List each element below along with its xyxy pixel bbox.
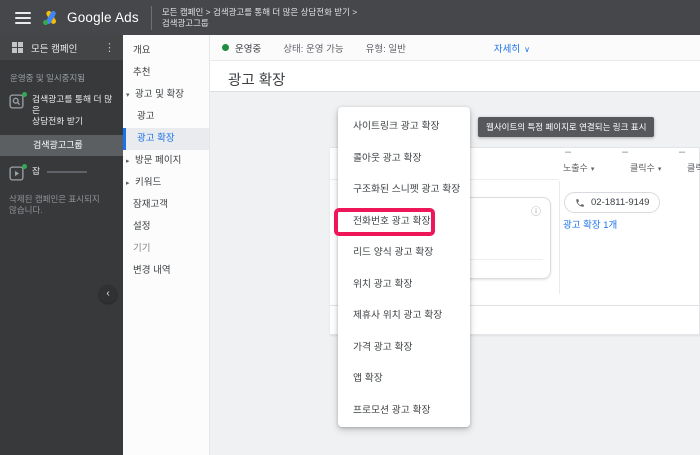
menu-item-structured-snippet[interactable]: 구조화된 스니펫 광고 확장: [338, 174, 470, 206]
section-nav-sidebar: 개요 추천 ▾ 광고 및 확장 광고 광고 확장 ▸ 방문 페이지 ▸ 키워드 잠재고…: [123, 35, 210, 455]
type-label: 유형: 일반: [365, 43, 406, 55]
nav-item-keywords[interactable]: ▸ 키워드: [123, 172, 209, 194]
summary-value: –: [678, 146, 686, 158]
campaign-tree-sidebar: 모든 캠페인 ⋮ 운영중 및 일시중지됨 검색광고를 통해 더 많은 상담전화 …: [0, 35, 123, 455]
page-title-bar: 광고 확장: [210, 61, 700, 92]
status-dot-green: [22, 164, 27, 169]
status-text: 운영중: [235, 43, 262, 55]
menu-item-lead-form[interactable]: 리드 양식 광고 확장: [338, 237, 470, 269]
nav-item-devices[interactable]: 기기: [123, 238, 209, 260]
details-label: 자세히: [493, 43, 521, 55]
chevron-down-icon: ∨: [524, 44, 530, 54]
phone-number: 02-1811-9149: [591, 197, 650, 208]
nav-label: 방문 페이지: [135, 155, 182, 166]
phone-icon: [576, 198, 584, 207]
nav-item-ads[interactable]: 광고: [123, 106, 209, 128]
note-line1: 삭제된 캠페인은 표시되지: [9, 194, 100, 204]
details-toggle[interactable]: 자세히 ∨: [494, 41, 530, 55]
sitelink-tooltip: 웹사이트의 특정 페이지로 연결되는 링크 표시: [478, 117, 655, 137]
chevron-right-icon: ▸: [126, 158, 130, 165]
campaign-name: 잡: [32, 166, 88, 182]
campaign-name-line2: 상담전화 받기: [32, 116, 84, 126]
state-label: 상태: 운영 가능: [283, 43, 344, 55]
campaign-section-label: 운영중 및 일시중지됨: [10, 73, 86, 83]
menu-item-location[interactable]: 위치 광고 확장: [338, 269, 470, 301]
nav-item-ad-extensions[interactable]: 광고 확장: [123, 128, 209, 150]
menu-item-app[interactable]: 앱 확장: [338, 363, 470, 395]
summary-value: –: [564, 146, 572, 158]
google-ads-logo-icon: [43, 10, 56, 25]
header-label: 클릭률: [687, 163, 700, 173]
breadcrumb-line-1[interactable]: 모든 캠페인 > 검색광고를 통해 더 많은 상담전화 받기 >: [162, 7, 357, 18]
nav-item-change-history[interactable]: 변경 내역: [123, 260, 209, 282]
all-campaigns-label: 모든 캠페인: [31, 43, 78, 55]
menu-item-promotion[interactable]: 프로모션 광고 확장: [338, 395, 470, 427]
nav-label: 광고 및 확장: [135, 89, 184, 100]
campaign-name-line1: 검색광고를 통해 더 많은: [32, 94, 113, 115]
campaign-name-text: 잡: [32, 166, 41, 176]
menu-item-callout[interactable]: 콜아웃 광고 확장: [338, 143, 470, 175]
sort-arrow-icon: ▾: [657, 166, 662, 173]
status-dot-green: [22, 92, 27, 97]
nav-item-audiences[interactable]: 잠재고객: [123, 194, 209, 216]
menu-item-price[interactable]: 가격 광고 확장: [338, 332, 470, 364]
topbar-divider: [150, 5, 152, 30]
extension-type-dropdown: 사이트링크 광고 확장 콜아웃 광고 확장 구조화된 스니펫 광고 확장 전화번…: [338, 107, 470, 427]
column-header-clicks[interactable]: 클릭수 ▾: [630, 161, 661, 174]
adgroup-item-selected[interactable]: 검색광고그룹: [0, 135, 123, 156]
campaign-item-search[interactable]: 검색광고를 통해 더 많은 상담전화 받기: [0, 84, 123, 127]
info-icon[interactable]: ⓘ: [531, 203, 541, 218]
column-divider: [559, 181, 560, 294]
phone-number-chip[interactable]: 02-1811-9149: [564, 192, 661, 213]
sidebar-collapse-button[interactable]: ‹: [99, 285, 117, 303]
hamburger-menu-icon[interactable]: [15, 11, 31, 24]
sort-arrow-icon: ▾: [590, 166, 595, 173]
chevron-right-icon: ▸: [126, 180, 130, 187]
menu-item-affiliate-location[interactable]: 제휴사 위치 광고 확장: [338, 300, 470, 332]
column-header-ctr[interactable]: 클릭률: [687, 161, 700, 174]
google-ads-logo[interactable]: Google Ads: [42, 10, 139, 26]
video-campaign-icon: [9, 164, 27, 182]
header-label: 클릭수: [630, 163, 655, 173]
breadcrumb-line-2[interactable]: 검색광고그룹: [162, 18, 357, 29]
status-dot-green: [222, 44, 229, 51]
nav-item-settings[interactable]: 설정: [123, 216, 209, 238]
menu-item-sitelink[interactable]: 사이트링크 광고 확장: [338, 111, 470, 143]
page-title: 광고 확장: [228, 73, 286, 89]
column-header-impressions[interactable]: 노출수 ▾: [563, 161, 594, 174]
extension-count-link[interactable]: 광고 확장 1개: [563, 217, 617, 231]
menu-item-call[interactable]: 전화번호 광고 확장: [338, 206, 470, 238]
product-name: Google Ads: [67, 10, 139, 25]
nav-item-overview[interactable]: 개요: [123, 40, 209, 62]
deleted-campaigns-note: 삭제된 캠페인은 표시되지 않습니다.: [0, 182, 123, 216]
note-line2: 않습니다.: [9, 205, 43, 215]
adgroup-status-bar: 운영중 상태: 운영 가능 유형: 일반 자세히 ∨: [210, 35, 700, 61]
search-campaign-icon: [9, 92, 27, 110]
breadcrumb[interactable]: 모든 캠페인 > 검색광고를 통해 더 많은 상담전화 받기 > 검색광고그룹: [162, 7, 357, 29]
chevron-down-icon: ▾: [126, 92, 130, 99]
header-label: 노출수: [563, 163, 588, 173]
grid-icon: [12, 42, 23, 53]
sidebar-item-all-campaigns[interactable]: 모든 캠페인 ⋮: [0, 35, 123, 60]
campaign-name: 검색광고를 통해 더 많은 상담전화 받기: [32, 94, 117, 127]
campaign-item-video[interactable]: 잡: [0, 156, 123, 182]
nav-item-landing-pages[interactable]: ▸ 방문 페이지: [123, 150, 209, 172]
nav-label: 키워드: [135, 177, 162, 188]
top-app-bar: Google Ads 모든 캠페인 > 검색광고를 통해 더 많은 상담전화 받…: [0, 0, 700, 35]
nav-item-recommendations[interactable]: 추천: [123, 62, 209, 84]
kebab-menu-icon[interactable]: ⋮: [104, 41, 115, 54]
loading-placeholder-bar: [47, 170, 88, 173]
google-ads-app: Google Ads 모든 캠페인 > 검색광고를 통해 더 많은 상담전화 받…: [0, 0, 700, 455]
nav-item-ads-extensions[interactable]: ▾ 광고 및 확장: [123, 84, 209, 106]
summary-value: –: [621, 146, 629, 158]
